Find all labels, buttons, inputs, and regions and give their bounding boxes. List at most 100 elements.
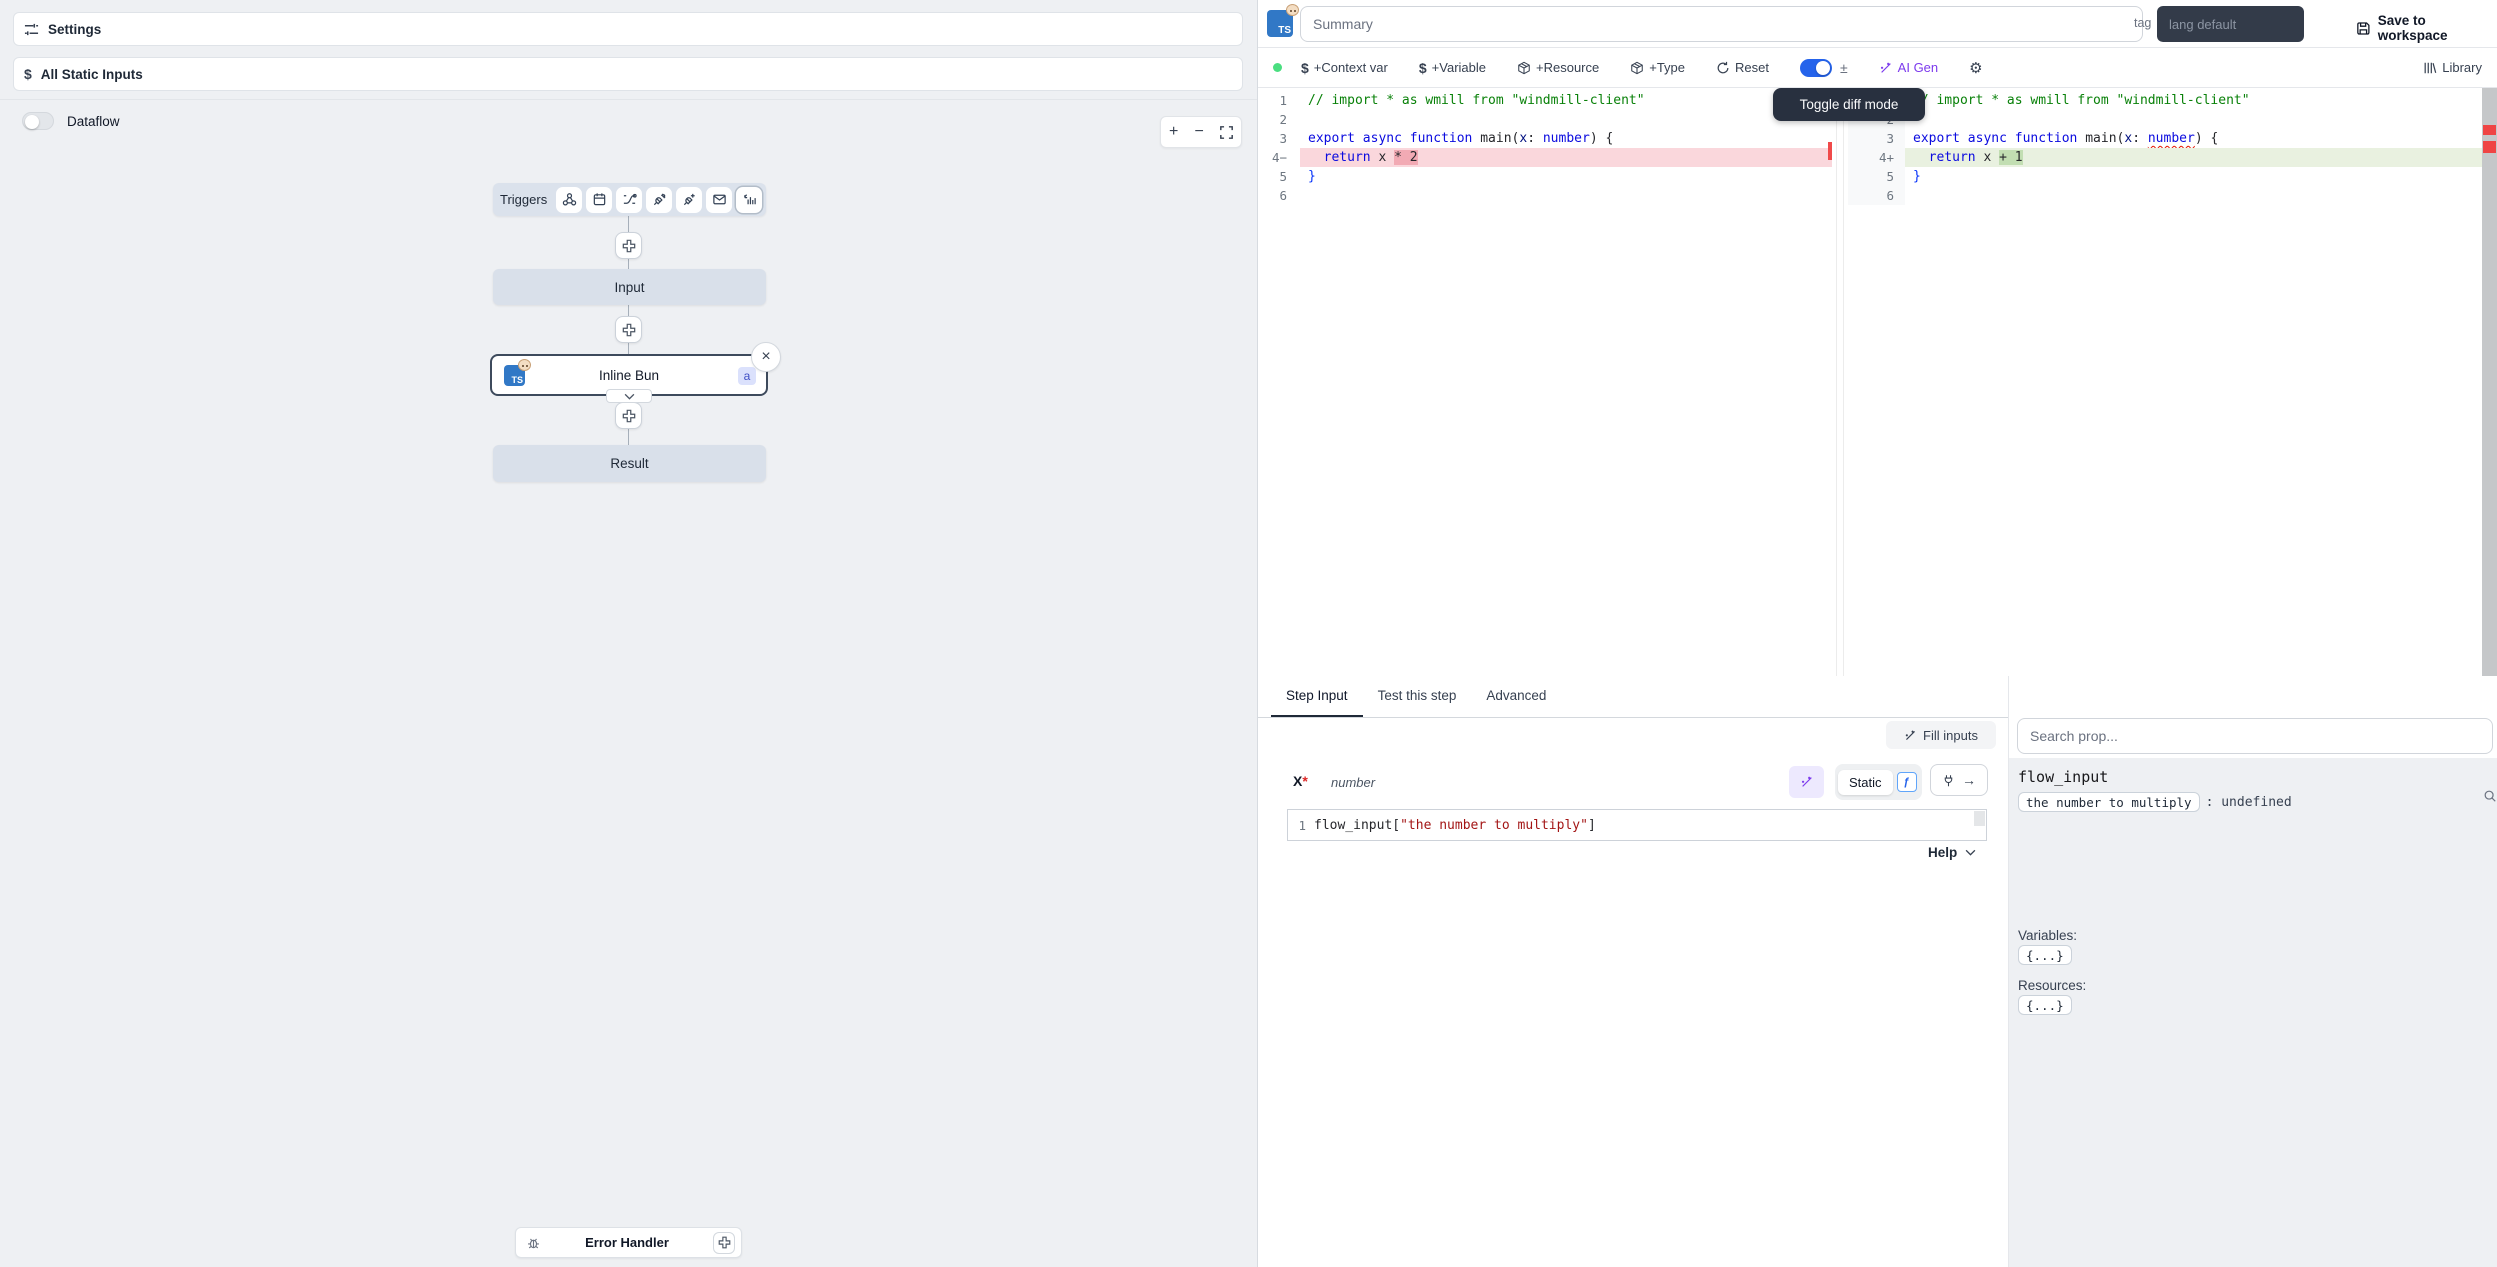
toggle-knob <box>25 115 39 129</box>
magnifier-icon[interactable] <box>2483 789 2497 803</box>
code-line[interactable]: 1// import * as wmill from "windmill-cli… <box>1848 91 2482 110</box>
tab-test-this-step[interactable]: Test this step <box>1363 676 1472 717</box>
scrollbar-error-mark <box>2483 125 2496 135</box>
code-line[interactable]: 6 <box>1258 186 1832 205</box>
dataflow-toggle[interactable] <box>22 112 54 130</box>
save-to-workspace-button[interactable]: Save to workspace <box>2356 13 2497 43</box>
code-token: number <box>1543 131 1590 146</box>
summary-input[interactable] <box>1300 6 2143 42</box>
help-button[interactable]: Help <box>1928 845 1976 860</box>
diff-original-pane[interactable]: 1// import * as wmill from "windmill-cli… <box>1258 91 1832 205</box>
editor-scrollbar[interactable] <box>2482 88 2497 676</box>
settings-button[interactable]: Settings <box>13 12 1243 46</box>
connect-input-button[interactable]: → <box>1930 764 1988 796</box>
resources-chip[interactable]: {...} <box>2018 995 2072 1015</box>
add-step-button[interactable] <box>615 316 642 343</box>
magic-wand-icon <box>1904 729 1917 742</box>
zoom-out-button[interactable]: − <box>1194 124 1203 140</box>
canvas-zoom-controls: + − <box>1160 116 1242 148</box>
http-route-trigger-icon[interactable] <box>616 187 642 213</box>
expand-button[interactable] <box>1220 126 1233 139</box>
chevron-down-icon <box>1965 849 1976 856</box>
error-handler-node[interactable]: Error Handler <box>515 1227 742 1258</box>
code-token: async <box>1363 131 1402 146</box>
webhook-trigger-icon[interactable] <box>556 187 582 213</box>
static-mode-button[interactable]: Static <box>1838 770 1893 795</box>
javascript-expr-button[interactable]: ƒ <box>1897 772 1917 792</box>
plus-icon <box>622 409 636 423</box>
code-token: return <box>1929 150 1976 165</box>
add-step-button[interactable] <box>615 402 642 429</box>
code-token: x <box>1976 150 1999 165</box>
add-variable-button[interactable]: $+Variable <box>1419 60 1486 76</box>
tab-step-input[interactable]: Step Input <box>1271 676 1363 717</box>
variables-chip[interactable]: {...} <box>2018 945 2072 965</box>
add-resource-button[interactable]: +Resource <box>1517 60 1599 75</box>
add-error-handler-button[interactable] <box>713 1232 735 1254</box>
delete-step-button[interactable]: × <box>751 342 781 372</box>
tab-advanced[interactable]: Advanced <box>1471 676 1561 717</box>
code-line[interactable]: 2 <box>1848 110 2482 129</box>
input-expression-editor[interactable]: 1 flow_input["the number to multiply"] <box>1287 809 1987 841</box>
prop-flow-input[interactable]: flow_input <box>2018 768 2497 786</box>
code-token <box>1402 131 1410 146</box>
code-line[interactable]: 4− return x * 2 <box>1258 148 1832 167</box>
prop-list: flow_input the number to multiply : unde… <box>2009 758 2497 1267</box>
code-text <box>1905 186 2482 205</box>
line-number: 3 <box>1848 129 1905 148</box>
node-expand-handle[interactable] <box>606 389 652 403</box>
code-line[interactable]: 3export async function main(x: number) { <box>1258 129 1832 148</box>
triggers-node[interactable]: Triggers <box>493 183 766 216</box>
search-prop-input[interactable] <box>2017 718 2493 754</box>
code-text <box>1905 110 2482 129</box>
error-handler-label: Error Handler <box>541 1235 713 1250</box>
add-context-var-button[interactable]: $+Context var <box>1301 60 1388 76</box>
ai-fill-button[interactable] <box>1789 766 1824 798</box>
reset-button[interactable]: Reset <box>1716 60 1769 75</box>
websocket-trigger-icon[interactable] <box>646 187 672 213</box>
zoom-in-button[interactable]: + <box>1169 124 1178 140</box>
inline-bun-step-node[interactable]: TS Inline Bun a × <box>490 354 768 396</box>
ai-gen-button[interactable]: AI Gen <box>1879 60 1938 75</box>
code-text: // import * as wmill from "windmill-clie… <box>1300 91 1832 110</box>
code-token: return <box>1324 150 1371 165</box>
all-static-inputs-button[interactable]: $ All Static Inputs <box>13 57 1243 91</box>
mini-scrollbar <box>1974 811 1985 826</box>
prop-desc-chip[interactable]: the number to multiply <box>2018 792 2200 812</box>
result-node[interactable]: Result <box>493 445 766 482</box>
add-step-button[interactable] <box>615 232 642 259</box>
schedule-trigger-icon[interactable] <box>586 187 612 213</box>
diff-modified-pane[interactable]: 1// import * as wmill from "windmill-cli… <box>1848 91 2482 205</box>
magic-wand-icon <box>1800 775 1814 789</box>
code-text: } <box>1300 167 1832 186</box>
code-line[interactable]: 6 <box>1848 186 2482 205</box>
code-line[interactable]: 3export async function main(x: number) { <box>1848 129 2482 148</box>
step-tabs: Step Input Test this step Advanced <box>1258 676 2008 718</box>
settings-gear-icon[interactable]: ⚙ <box>1969 59 1982 77</box>
prop-flow-input-detail[interactable]: the number to multiply : undefined <box>2018 792 2497 812</box>
library-button[interactable]: Library <box>2423 60 2482 75</box>
code-token: function <box>2015 131 2078 146</box>
code-line[interactable]: 4+ return x + 1 <box>1848 148 2482 167</box>
diff-mode-toggle[interactable] <box>1800 59 1832 77</box>
input-node[interactable]: Input <box>493 269 766 305</box>
diff-code-editor[interactable]: 1// import * as wmill from "windmill-cli… <box>1258 88 2497 676</box>
fill-inputs-button[interactable]: Fill inputs <box>1886 721 1996 749</box>
expression-code: flow_input["the number to multiply"] <box>1314 818 1596 833</box>
save-icon <box>2356 21 2371 36</box>
tag-input[interactable] <box>2157 6 2304 42</box>
code-line[interactable]: 2 <box>1258 110 1832 129</box>
diff-mode-control: ± <box>1800 59 1848 77</box>
library-icon <box>2423 61 2437 75</box>
add-type-button[interactable]: +Type <box>1630 60 1685 75</box>
code-line[interactable]: 5} <box>1848 167 2482 186</box>
kafka-trigger-icon[interactable] <box>676 187 702 213</box>
email-trigger-icon[interactable] <box>706 187 732 213</box>
dollar-icon: $ <box>1301 60 1309 76</box>
code-line[interactable]: 5} <box>1258 167 1832 186</box>
step-id-badge: a <box>738 367 756 385</box>
bug-icon <box>526 1235 541 1250</box>
code-text: // import * as wmill from "windmill-clie… <box>1905 91 2482 110</box>
poll-trigger-icon[interactable] <box>736 187 762 213</box>
code-line[interactable]: 1// import * as wmill from "windmill-cli… <box>1258 91 1832 110</box>
